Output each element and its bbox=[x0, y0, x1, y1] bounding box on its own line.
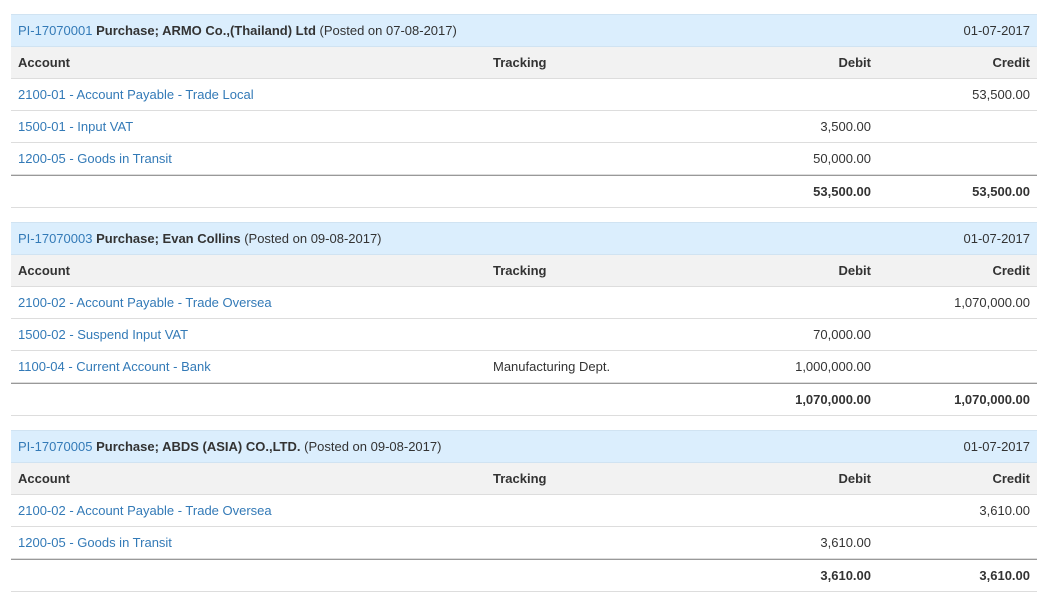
column-header-debit: Debit bbox=[838, 263, 872, 278]
column-header-row: Account Tracking Debit Credit bbox=[11, 463, 1037, 495]
total-row: 1,070,000.00 1,070,000.00 bbox=[11, 383, 1037, 416]
journal-posted-date: (Posted on 09-08-2017) bbox=[304, 439, 442, 454]
journal-title: Purchase; ARMO Co.,(Thailand) Ltd bbox=[96, 23, 316, 38]
table-row: 2100-02 - Account Payable - Trade Overse… bbox=[11, 287, 1037, 319]
table-row: 1200-05 - Goods in Transit 50,000.00 bbox=[11, 143, 1037, 175]
total-row: 3,610.00 3,610.00 bbox=[11, 559, 1037, 592]
journal-posted-date: (Posted on 09-08-2017) bbox=[244, 231, 382, 246]
debit-cell: 70,000.00 bbox=[813, 327, 871, 342]
column-header-account: Account bbox=[18, 263, 70, 278]
column-header-tracking: Tracking bbox=[493, 471, 547, 486]
column-header-row: Account Tracking Debit Credit bbox=[11, 255, 1037, 287]
journal-title: Purchase; ABDS (ASIA) CO.,LTD. bbox=[96, 439, 301, 454]
account-link[interactable]: 1500-02 - Suspend Input VAT bbox=[18, 327, 188, 342]
column-header-credit: Credit bbox=[992, 471, 1030, 486]
table-row: 1200-05 - Goods in Transit 3,610.00 bbox=[11, 527, 1037, 559]
total-debit: 53,500.00 bbox=[813, 184, 871, 199]
table-row: 1100-04 - Current Account - Bank Manufac… bbox=[11, 351, 1037, 383]
credit-cell: 3,610.00 bbox=[979, 503, 1030, 518]
debit-cell: 50,000.00 bbox=[813, 151, 871, 166]
column-header-account: Account bbox=[18, 471, 70, 486]
column-header-account: Account bbox=[18, 55, 70, 70]
account-link[interactable]: 1500-01 - Input VAT bbox=[18, 119, 133, 134]
total-credit: 53,500.00 bbox=[972, 184, 1030, 199]
journal-list: PI-17070001 Purchase; ARMO Co.,(Thailand… bbox=[11, 14, 1037, 606]
journal-entry: PI-17070005 Purchase; ABDS (ASIA) CO.,LT… bbox=[11, 430, 1037, 592]
credit-cell: 1,070,000.00 bbox=[954, 295, 1030, 310]
table-row: 1500-02 - Suspend Input VAT 70,000.00 bbox=[11, 319, 1037, 351]
account-link[interactable]: 1100-04 - Current Account - Bank bbox=[18, 359, 211, 374]
journal-header: PI-17070003 Purchase; Evan Collins (Post… bbox=[11, 222, 1037, 255]
journal-header: PI-17070001 Purchase; ARMO Co.,(Thailand… bbox=[11, 14, 1037, 47]
account-link[interactable]: 2100-01 - Account Payable - Trade Local bbox=[18, 87, 254, 102]
column-header-row: Account Tracking Debit Credit bbox=[11, 47, 1037, 79]
account-link[interactable]: 1200-05 - Goods in Transit bbox=[18, 535, 172, 550]
column-header-tracking: Tracking bbox=[493, 263, 547, 278]
table-row: 2100-02 - Account Payable - Trade Overse… bbox=[11, 495, 1037, 527]
journal-heading: PI-17070003 Purchase; Evan Collins (Post… bbox=[18, 223, 382, 254]
journal-heading: PI-17070005 Purchase; ABDS (ASIA) CO.,LT… bbox=[18, 431, 441, 462]
journal-date: 01-07-2017 bbox=[963, 231, 1031, 246]
journal-posted-date: (Posted on 07-08-2017) bbox=[319, 23, 457, 38]
column-header-tracking: Tracking bbox=[493, 55, 547, 70]
journal-entry: PI-17070001 Purchase; ARMO Co.,(Thailand… bbox=[11, 14, 1037, 208]
debit-cell: 3,610.00 bbox=[820, 535, 871, 550]
column-header-debit: Debit bbox=[838, 55, 872, 70]
total-credit: 3,610.00 bbox=[979, 568, 1030, 583]
total-debit: 1,070,000.00 bbox=[795, 392, 871, 407]
credit-cell: 53,500.00 bbox=[972, 87, 1030, 102]
journal-reference-link[interactable]: PI-17070003 bbox=[18, 231, 92, 246]
journal-reference-link[interactable]: PI-17070001 bbox=[18, 23, 92, 38]
total-credit: 1,070,000.00 bbox=[954, 392, 1030, 407]
debit-cell: 1,000,000.00 bbox=[795, 359, 871, 374]
journal-title: Purchase; Evan Collins bbox=[96, 231, 241, 246]
debit-cell: 3,500.00 bbox=[820, 119, 871, 134]
account-link[interactable]: 1200-05 - Goods in Transit bbox=[18, 151, 172, 166]
total-row: 53,500.00 53,500.00 bbox=[11, 175, 1037, 208]
account-link[interactable]: 2100-02 - Account Payable - Trade Overse… bbox=[18, 503, 272, 518]
journal-heading: PI-17070001 Purchase; ARMO Co.,(Thailand… bbox=[18, 15, 457, 46]
column-header-credit: Credit bbox=[992, 55, 1030, 70]
journal-entry: PI-17070003 Purchase; Evan Collins (Post… bbox=[11, 222, 1037, 416]
tracking-cell: Manufacturing Dept. bbox=[493, 359, 611, 374]
account-link[interactable]: 2100-02 - Account Payable - Trade Overse… bbox=[18, 295, 272, 310]
column-header-debit: Debit bbox=[838, 471, 872, 486]
table-row: 2100-01 - Account Payable - Trade Local … bbox=[11, 79, 1037, 111]
journal-date: 01-07-2017 bbox=[963, 23, 1031, 38]
total-debit: 3,610.00 bbox=[820, 568, 871, 583]
journal-date: 01-07-2017 bbox=[963, 439, 1031, 454]
column-header-credit: Credit bbox=[992, 263, 1030, 278]
journal-header: PI-17070005 Purchase; ABDS (ASIA) CO.,LT… bbox=[11, 430, 1037, 463]
journal-reference-link[interactable]: PI-17070005 bbox=[18, 439, 92, 454]
table-row: 1500-01 - Input VAT 3,500.00 bbox=[11, 111, 1037, 143]
